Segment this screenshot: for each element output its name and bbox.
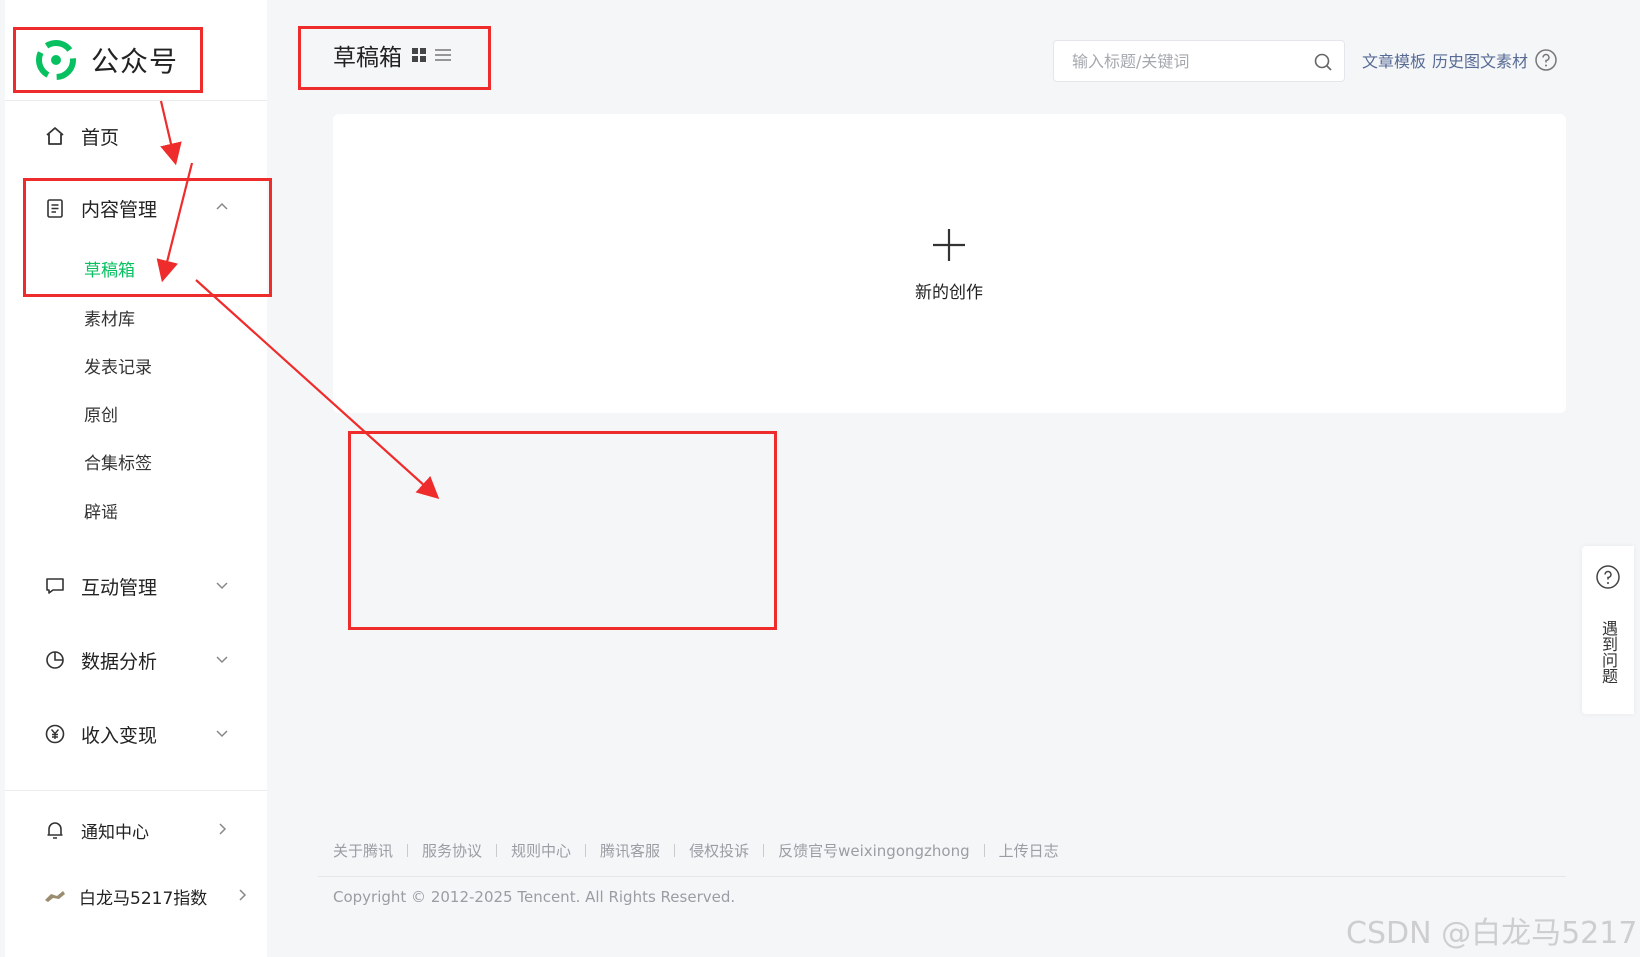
- annotation-box-empty-area: [348, 431, 777, 630]
- sidebar-item-label: 互动管理: [81, 576, 158, 599]
- chevron-down-icon[interactable]: [211, 722, 233, 744]
- chat-bubble-icon: [43, 574, 67, 598]
- list-view-icon[interactable]: [434, 46, 452, 64]
- top-links: 文章模板 历史图文素材: [1362, 48, 1558, 72]
- brand-name: 公众号: [91, 45, 179, 78]
- drafts-card: 新的创作: [333, 114, 1566, 413]
- bell-icon: [43, 818, 67, 842]
- sidebar: 公众号 首页 内容管理 草稿箱 素材库 发表记录 原创 合集标签 辟谣 互动管理: [5, 0, 267, 957]
- footer-separator: [585, 844, 587, 857]
- sidebar-subitem-original[interactable]: 原创: [84, 401, 118, 426]
- sidebar-divider: [5, 100, 267, 101]
- sidebar-item-label: 收入变现: [81, 724, 158, 747]
- sidebar-divider: [5, 790, 267, 791]
- help-float-label: 遇到问题: [1599, 620, 1618, 684]
- sidebar-subitem-drafts[interactable]: 草稿箱: [84, 256, 135, 281]
- footer-divider: [318, 876, 1566, 877]
- search-box: [1053, 40, 1345, 82]
- history-materials-link[interactable]: 历史图文素材: [1432, 48, 1528, 72]
- footer-separator: [407, 844, 409, 857]
- sidebar-subitem-publish-records[interactable]: 发表记录: [84, 353, 152, 378]
- chevron-right-icon[interactable]: [231, 884, 253, 906]
- wechat-mp-logo-icon: [36, 40, 76, 80]
- grid-view-icon[interactable]: [410, 46, 428, 64]
- sidebar-subitem-materials[interactable]: 素材库: [84, 305, 135, 330]
- footer-link-feedback[interactable]: 反馈官号weixingongzhong: [778, 840, 970, 861]
- footer-separator: [763, 844, 765, 857]
- sidebar-item-label: 首页: [81, 126, 120, 149]
- yuan-coin-icon: [43, 722, 67, 746]
- footer-link-upload-log[interactable]: 上传日志: [999, 840, 1059, 861]
- chevron-down-icon[interactable]: [211, 574, 233, 596]
- help-circle-icon[interactable]: [1534, 48, 1558, 72]
- sidebar-item-interact[interactable]: 互动管理: [43, 568, 243, 604]
- footer-separator: [496, 844, 498, 857]
- copyright: Copyright © 2012-2025 Tencent. All Right…: [333, 888, 736, 906]
- user-name: 白龙马5217指数: [79, 888, 208, 909]
- footer-link-terms[interactable]: 服务协议: [422, 840, 482, 861]
- sidebar-item-content[interactable]: 内容管理: [43, 190, 243, 226]
- footer-link-infringement[interactable]: 侵权投诉: [689, 840, 749, 861]
- footer-link-about[interactable]: 关于腾讯: [333, 840, 393, 861]
- horse-avatar-icon: [45, 891, 65, 902]
- home-icon: [43, 124, 67, 148]
- help-float-button[interactable]: 遇到问题: [1582, 546, 1634, 714]
- page-title-text: 草稿箱: [333, 45, 402, 71]
- sidebar-item-label: 通知中心: [81, 822, 149, 843]
- sidebar-subitem-collections[interactable]: 合集标签: [84, 449, 152, 474]
- search-icon[interactable]: [1312, 51, 1334, 73]
- footer-link-service[interactable]: 腾讯客服: [600, 840, 660, 861]
- watermark: CSDN @白龙马5217: [1346, 916, 1638, 951]
- avatar-wrap: [43, 883, 67, 909]
- new-create-label: 新的创作: [915, 283, 983, 303]
- sidebar-item-data[interactable]: 数据分析: [43, 642, 243, 678]
- footer-link-rules[interactable]: 规则中心: [511, 840, 571, 861]
- page-title: 草稿箱: [333, 38, 452, 72]
- sidebar-item-label: 内容管理: [81, 198, 158, 221]
- sidebar-subitem-rumor[interactable]: 辟谣: [84, 498, 118, 523]
- article-template-link[interactable]: 文章模板: [1362, 48, 1426, 72]
- footer-separator: [983, 844, 985, 857]
- sidebar-item-revenue[interactable]: 收入变现: [43, 716, 243, 752]
- document-icon: [43, 196, 67, 220]
- new-create-button[interactable]: 新的创作: [889, 226, 1009, 303]
- sidebar-item-label: 数据分析: [81, 650, 158, 673]
- footer-links: 关于腾讯 服务协议 规则中心 腾讯客服 侵权投诉 反馈官号weixingongz…: [333, 840, 1059, 861]
- chevron-right-icon[interactable]: [211, 818, 233, 840]
- logo[interactable]: 公众号: [35, 36, 178, 84]
- chevron-down-icon[interactable]: [211, 648, 233, 670]
- sidebar-item-user[interactable]: 白龙马5217指数: [43, 878, 253, 914]
- footer-separator: [674, 844, 676, 857]
- chevron-up-icon[interactable]: [211, 196, 233, 218]
- plus-icon: [933, 229, 965, 261]
- sidebar-item-notify[interactable]: 通知中心: [43, 812, 243, 848]
- search-input[interactable]: [1054, 41, 1304, 81]
- help-circle-icon: [1596, 565, 1620, 589]
- sidebar-item-home[interactable]: 首页: [43, 118, 243, 154]
- avatar: [43, 883, 67, 909]
- pie-chart-icon: [43, 648, 67, 672]
